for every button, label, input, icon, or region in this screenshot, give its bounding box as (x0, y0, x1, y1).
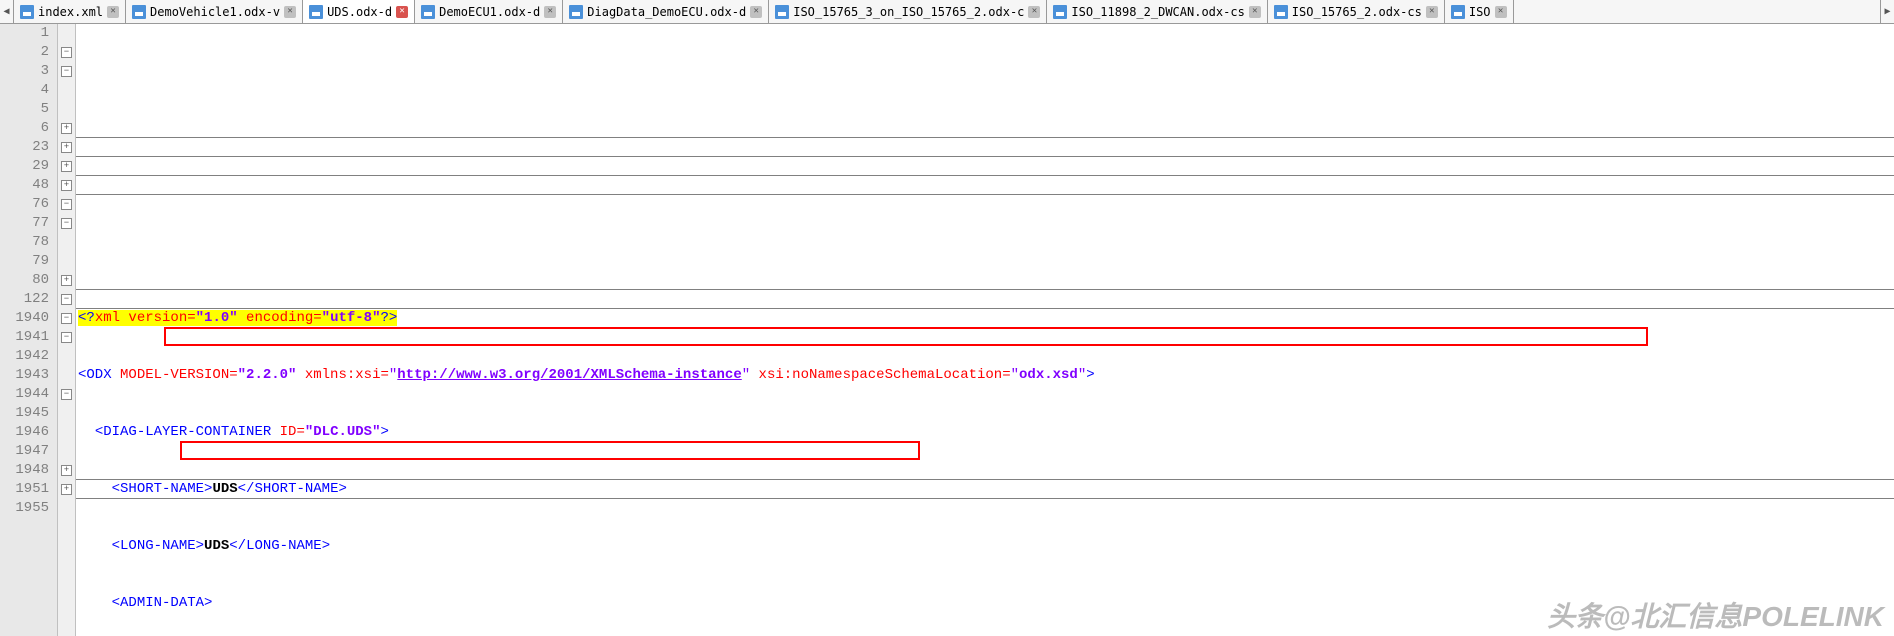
tab-label: UDS.odx-d (327, 5, 392, 19)
line-number: 48 (0, 176, 49, 195)
line-number: 23 (0, 138, 49, 157)
line-number: 5 (0, 100, 49, 119)
fold-collapse-icon[interactable]: − (61, 332, 72, 343)
fold-expand-icon[interactable]: + (61, 180, 72, 191)
line-number: 3 (0, 62, 49, 81)
line-number-gutter: 1234562329487677787980122194019411942194… (0, 24, 58, 636)
fold-collapse-icon[interactable]: − (61, 313, 72, 324)
tab-file[interactable]: ISO ✕ (1445, 0, 1514, 23)
tab-file[interactable]: DiagData_DemoECU.odx-d ✕ (563, 0, 769, 23)
tab-file[interactable]: ISO_15765_2.odx-cs ✕ (1268, 0, 1445, 23)
close-icon[interactable]: ✕ (107, 6, 119, 18)
fold-collapse-icon[interactable]: − (61, 294, 72, 305)
line-number: 77 (0, 214, 49, 233)
disk-icon (1451, 5, 1465, 19)
line-number: 6 (0, 119, 49, 138)
line-number: 1941 (0, 328, 49, 347)
fold-collapse-icon[interactable]: − (61, 389, 72, 400)
close-icon[interactable]: ✕ (1249, 6, 1261, 18)
code-line: <LONG-NAME>UDS</LONG-NAME> (78, 537, 1894, 556)
fold-collapse-icon[interactable]: − (61, 47, 72, 58)
line-number: 29 (0, 157, 49, 176)
close-icon[interactable]: ✕ (396, 6, 408, 18)
disk-icon (20, 5, 34, 19)
tab-file[interactable]: ISO_11898_2_DWCAN.odx-cs ✕ (1047, 0, 1267, 23)
line-number: 80 (0, 271, 49, 290)
line-number: 1943 (0, 366, 49, 385)
code-line: <ODX MODEL-VERSION="2.2.0" xmlns:xsi="ht… (78, 366, 1894, 385)
line-number: 2 (0, 43, 49, 62)
close-icon[interactable]: ✕ (1426, 6, 1438, 18)
disk-icon (569, 5, 583, 19)
tab-bar: ◀ index.xml✕DemoVehicle1.odx-v✕UDS.odx-d… (0, 0, 1894, 24)
fold-collapse-icon[interactable]: − (61, 218, 72, 229)
tab-scroll-left-icon[interactable]: ◀ (0, 0, 14, 23)
fold-expand-icon[interactable]: + (61, 161, 72, 172)
close-icon[interactable]: ✕ (284, 6, 296, 18)
disk-icon (309, 5, 323, 19)
fold-collapse-icon[interactable]: − (61, 199, 72, 210)
close-icon[interactable]: ✕ (1495, 6, 1507, 18)
tab-file[interactable]: DemoECU1.odx-d ✕ (415, 0, 563, 23)
line-number: 1951 (0, 480, 49, 499)
line-number: 1944 (0, 385, 49, 404)
disk-icon (1053, 5, 1067, 19)
fold-expand-icon[interactable]: + (61, 142, 72, 153)
fold-expand-icon[interactable]: + (61, 275, 72, 286)
code-editor: 1234562329487677787980122194019411942194… (0, 24, 1894, 636)
close-icon[interactable]: ✕ (544, 6, 556, 18)
close-icon[interactable]: ✕ (750, 6, 762, 18)
code-line: <SHORT-NAME>UDS</SHORT-NAME> (78, 480, 1894, 499)
line-number: 1942 (0, 347, 49, 366)
line-number: 78 (0, 233, 49, 252)
line-number: 1 (0, 24, 49, 43)
tab-label: DemoECU1.odx-d (439, 5, 540, 19)
line-number: 79 (0, 252, 49, 271)
tab-scroll-right-icon[interactable]: ▶ (1880, 0, 1894, 23)
fold-expand-icon[interactable]: + (61, 123, 72, 134)
line-number: 1947 (0, 442, 49, 461)
tab-label: ISO_15765_2.odx-cs (1292, 5, 1422, 19)
line-number: 122 (0, 290, 49, 309)
fold-expand-icon[interactable]: + (61, 465, 72, 476)
line-number: 1940 (0, 309, 49, 328)
disk-icon (421, 5, 435, 19)
tab-label: index.xml (38, 5, 103, 19)
tab-file[interactable]: DemoVehicle1.odx-v ✕ (126, 0, 303, 23)
tab-file[interactable]: index.xml ✕ (14, 0, 126, 23)
tab-label: DiagData_DemoECU.odx-d (587, 5, 746, 19)
line-number: 1946 (0, 423, 49, 442)
tab-label: ISO (1469, 5, 1491, 19)
fold-gutter: − − + + + + − − + − − − − + + (58, 24, 76, 636)
highlight-box-request-ref (180, 441, 920, 460)
tab-label: ISO_11898_2_DWCAN.odx-cs (1071, 5, 1244, 19)
code-line: <DIAG-LAYER-CONTAINER ID="DLC.UDS"> (78, 423, 1894, 442)
line-number: 1955 (0, 499, 49, 518)
line-number: 4 (0, 81, 49, 100)
tab-label: ISO_15765_3_on_ISO_15765_2.odx-c (793, 5, 1024, 19)
code-line: <ADMIN-DATA> (78, 594, 1894, 613)
close-icon[interactable]: ✕ (1028, 6, 1040, 18)
tab-file[interactable]: UDS.odx-d ✕ (303, 0, 415, 23)
fold-expand-icon[interactable]: + (61, 484, 72, 495)
fold-collapse-icon[interactable]: − (61, 66, 72, 77)
code-area[interactable]: <?xml version="1.0" encoding="utf-8"?> <… (76, 24, 1894, 636)
line-number: 1945 (0, 404, 49, 423)
highlight-box-diag-service (164, 327, 1648, 346)
disk-icon (132, 5, 146, 19)
disk-icon (1274, 5, 1288, 19)
tab-file[interactable]: ISO_15765_3_on_ISO_15765_2.odx-c ✕ (769, 0, 1047, 23)
line-number: 1948 (0, 461, 49, 480)
tab-label: DemoVehicle1.odx-v (150, 5, 280, 19)
disk-icon (775, 5, 789, 19)
code-line: <?xml version="1.0" encoding="utf-8"?> (78, 309, 1894, 328)
line-number: 76 (0, 195, 49, 214)
